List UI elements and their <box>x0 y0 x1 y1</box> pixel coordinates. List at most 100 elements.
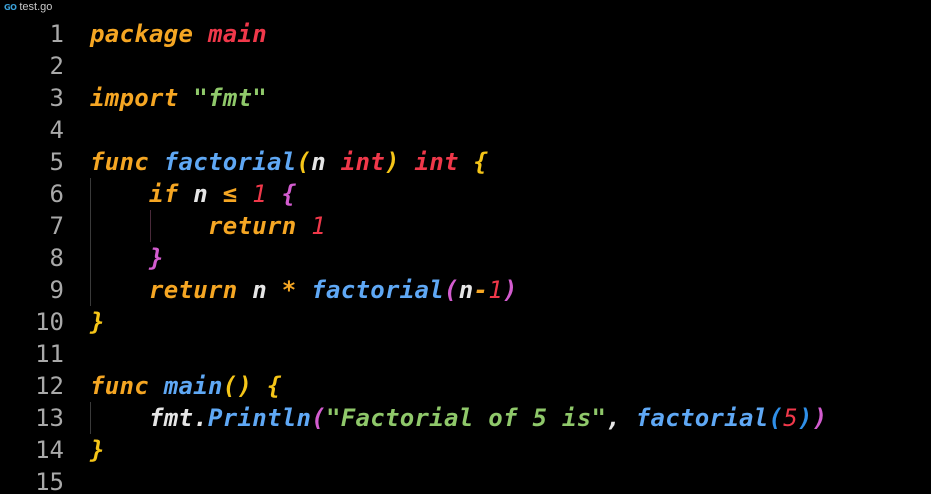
code-area[interactable]: 1 package main 2 3 import "fmt" 4 5 func factor… <box>0 18 931 494</box>
code-token: n <box>252 276 267 304</box>
line-source[interactable]: } <box>90 434 105 466</box>
line-source[interactable]: } <box>90 242 164 274</box>
line-number: 2 <box>49 52 64 80</box>
code-token: 1 <box>311 212 326 240</box>
code-token: { <box>281 180 297 208</box>
code-token: { <box>473 148 489 176</box>
code-token: 1 <box>488 276 503 304</box>
line-number: 6 <box>49 180 64 208</box>
go-file-icon: GO <box>4 2 17 12</box>
code-token: n <box>311 148 326 176</box>
code-token: "fmt" <box>193 84 267 112</box>
code-line[interactable]: 6 if n ≤ 1 { <box>0 178 931 210</box>
line-source[interactable]: import "fmt" <box>90 82 267 114</box>
code-token: ( <box>768 404 784 432</box>
code-token: factorial <box>311 276 444 304</box>
code-token: 5 <box>783 404 798 432</box>
tab-filename: test.go <box>19 1 53 13</box>
code-token: factorial <box>635 404 769 432</box>
code-token: ) <box>503 276 518 304</box>
code-line[interactable]: 10} <box>0 306 931 338</box>
code-token: main <box>208 20 267 48</box>
code-token: "Factorial of 5 is" <box>326 404 607 432</box>
code-token: { <box>267 372 282 400</box>
code-token: factorial <box>163 148 297 176</box>
line-source[interactable]: func factorial(n int) int { <box>90 146 488 178</box>
code-token: int <box>340 148 385 176</box>
code-line[interactable]: 3 import "fmt" <box>0 82 931 114</box>
line-source[interactable]: return n * factorial(n-1) <box>90 274 518 306</box>
code-token: () <box>222 372 253 400</box>
code-token: Println <box>208 404 312 432</box>
code-token: ( <box>311 404 326 432</box>
code-token: int <box>414 148 459 176</box>
code-token: func <box>90 148 149 176</box>
line-number: 3 <box>49 84 64 112</box>
code-token: } <box>90 308 105 336</box>
code-token: main <box>163 372 223 400</box>
code-token: } <box>149 244 164 272</box>
code-token: import <box>90 84 179 112</box>
code-token: - <box>473 276 489 304</box>
code-line[interactable]: 2 <box>0 50 931 82</box>
line-number: 15 <box>35 468 64 494</box>
code-editor[interactable]: GO test.go 1 package main 2 3 import "fmt" 4 5… <box>0 0 931 494</box>
code-line[interactable]: 13 fmt.Println("Factorial of 5 is", fact… <box>0 402 931 434</box>
line-number: 9 <box>49 276 64 304</box>
line-source[interactable]: if n ≤ 1 { <box>90 178 297 210</box>
line-number: 10 <box>35 308 64 336</box>
line-source[interactable]: return 1 <box>90 210 326 242</box>
code-line[interactable]: 11 <box>0 338 931 370</box>
code-line[interactable]: 15 <box>0 466 931 494</box>
line-source[interactable]: fmt.Println("Factorial of 5 is", factori… <box>90 402 828 434</box>
code-token: ( <box>444 276 459 304</box>
code-token: ) <box>798 404 813 432</box>
line-number: 8 <box>49 244 64 272</box>
code-line[interactable]: 1 package main <box>0 18 931 50</box>
code-token: package <box>90 20 194 48</box>
indent-guide-func-main <box>90 402 91 434</box>
indent-guide-func-factorial <box>90 178 91 306</box>
code-token: } <box>90 436 105 464</box>
editor-tab[interactable]: GO test.go <box>4 0 52 14</box>
line-number: 7 <box>49 212 64 240</box>
code-line[interactable]: 8 } <box>0 242 931 274</box>
line-source[interactable]: package main <box>90 18 267 50</box>
line-number: 12 <box>35 372 64 400</box>
code-line[interactable]: 12 func main() { <box>0 370 931 402</box>
code-line[interactable]: 14} <box>0 434 931 466</box>
code-token: return <box>208 212 297 240</box>
code-token: ) <box>385 148 400 176</box>
line-number: 1 <box>49 20 64 48</box>
line-source[interactable]: } <box>90 306 105 338</box>
code-line[interactable]: 9 return n * factorial(n-1) <box>0 274 931 306</box>
code-token: n <box>458 276 474 304</box>
code-token: n <box>193 180 208 208</box>
code-token: . <box>193 404 208 432</box>
line-source[interactable]: func main() { <box>90 370 282 402</box>
indent-guide-if-block <box>150 210 151 242</box>
code-token: fmt <box>149 404 194 432</box>
code-line[interactable]: 7 return 1 <box>0 210 931 242</box>
code-token: ) <box>812 404 828 432</box>
code-line[interactable]: 4 <box>0 114 931 146</box>
code-line[interactable]: 5 func factorial(n int) int { <box>0 146 931 178</box>
code-token: ( <box>296 148 312 176</box>
